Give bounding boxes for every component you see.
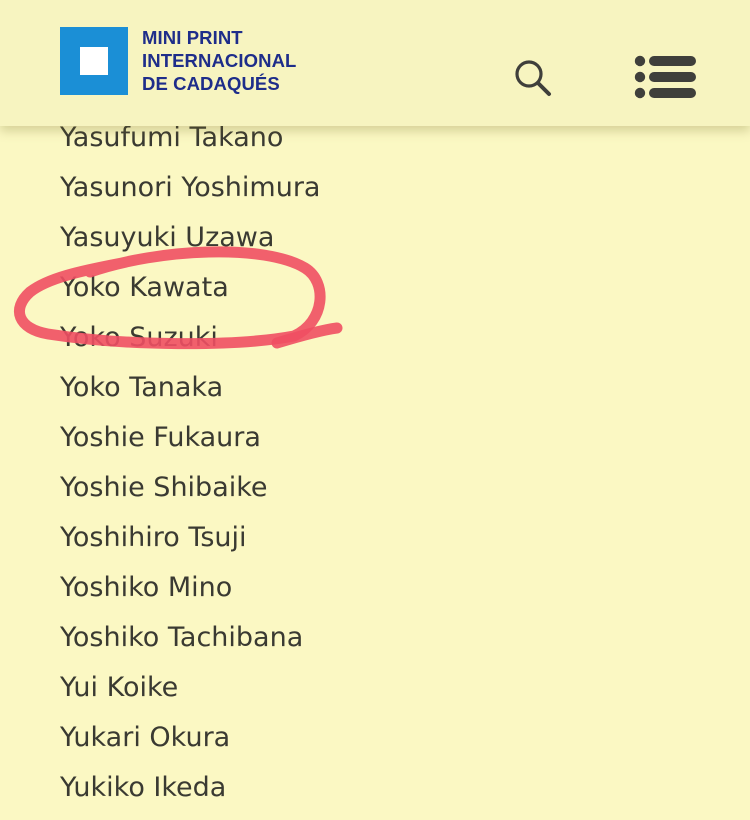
artist-list-item[interactable]: Yoshihiro Tsuji bbox=[60, 513, 320, 563]
artist-list-item[interactable]: Yasuyuki Uzawa bbox=[60, 213, 320, 263]
artist-list-item[interactable]: Yukiko Ikeda bbox=[60, 763, 320, 813]
artist-list-item[interactable]: Yoko Kawata bbox=[60, 263, 320, 313]
search-icon bbox=[515, 60, 551, 96]
menu-icon bbox=[634, 55, 696, 99]
artist-list-item[interactable]: Yasunori Yoshimura bbox=[60, 163, 320, 213]
logo-line-3: DE CADAQUÉS bbox=[142, 73, 280, 94]
site-header: MINI PRINT INTERNACIONAL DE CADAQUÉS bbox=[0, 0, 750, 126]
artist-list-item[interactable]: Yoko Suzuki bbox=[60, 313, 320, 363]
menu-button[interactable] bbox=[632, 53, 700, 103]
logo-line-2: INTERNACIONAL bbox=[142, 50, 297, 71]
site-logo[interactable]: MINI PRINT INTERNACIONAL DE CADAQUÉS bbox=[60, 27, 296, 95]
artist-list: Yasufumi Takano Yasunori Yoshimura Yasuy… bbox=[60, 113, 320, 813]
logo-mark bbox=[60, 27, 128, 95]
artist-list-item[interactable]: Yoshie Shibaike bbox=[60, 463, 320, 513]
logo-mark-square bbox=[80, 47, 108, 75]
artist-list-item[interactable]: Yoko Tanaka bbox=[60, 363, 320, 413]
artist-list-item[interactable]: Yoshiko Mino bbox=[60, 563, 320, 613]
search-button[interactable] bbox=[510, 55, 556, 101]
logo-line-1: MINI PRINT bbox=[142, 27, 243, 48]
artist-list-item[interactable]: Yukari Okura bbox=[60, 713, 320, 763]
artist-list-item[interactable]: Yui Koike bbox=[60, 663, 320, 713]
logo-text: MINI PRINT INTERNACIONAL DE CADAQUÉS bbox=[142, 26, 296, 95]
artist-list-item[interactable]: Yoshie Fukaura bbox=[60, 413, 320, 463]
artist-list-item[interactable]: Yoshiko Tachibana bbox=[60, 613, 320, 663]
